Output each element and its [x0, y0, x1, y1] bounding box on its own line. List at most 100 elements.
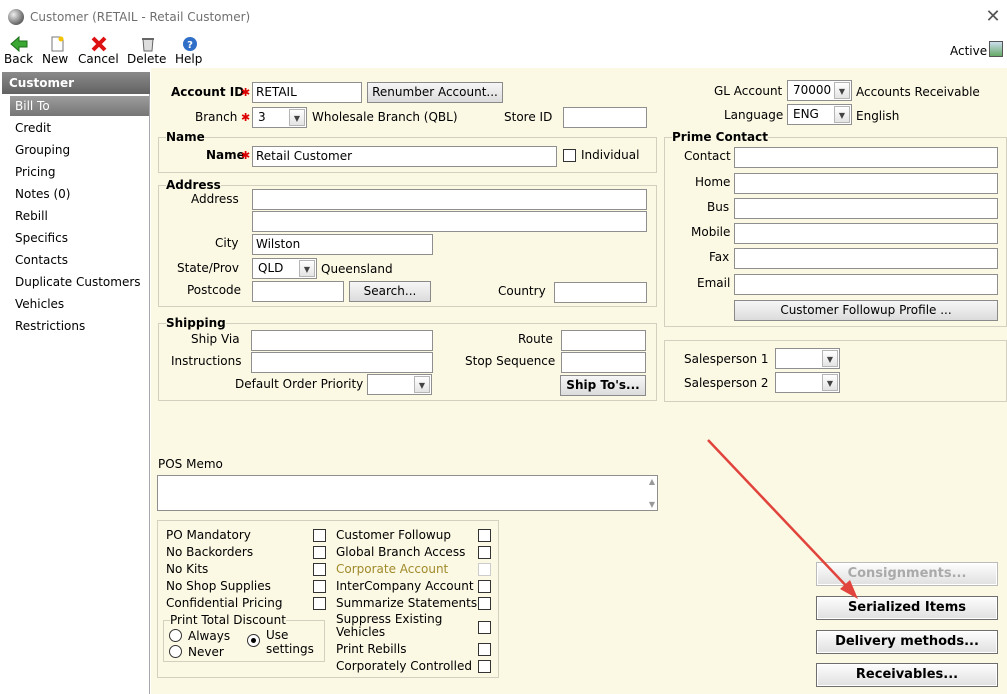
flag-label: No Backorders [166, 545, 254, 559]
back-button[interactable]: Back [4, 34, 34, 68]
back-arrow-icon [10, 36, 28, 52]
no-shop-supplies-checkbox[interactable] [313, 580, 326, 593]
sidebar-item-grouping[interactable]: Grouping [15, 141, 70, 159]
new-button[interactable]: New [42, 34, 72, 68]
chevron-down-icon[interactable]: ▼ [822, 350, 838, 367]
required-marker: ✱ [241, 111, 251, 124]
salesperson1-select[interactable]: ▼ [775, 348, 840, 369]
flag-label: Corporately Controlled [336, 659, 472, 673]
state-select[interactable]: QLD ▼ [252, 258, 317, 279]
flag-label: Suppress Existing Vehicles [336, 612, 443, 639]
cancel-button[interactable]: Cancel [78, 34, 120, 68]
branch-select[interactable]: 3 ▼ [252, 107, 307, 128]
confidential-pricing-checkbox[interactable] [313, 597, 326, 610]
individual-checkbox[interactable] [563, 149, 576, 162]
address-group-title: Address [166, 178, 221, 192]
flag-label: Print Rebills [336, 642, 407, 656]
po-mandatory-checkbox[interactable] [313, 529, 326, 542]
intercompany-account-checkbox[interactable] [478, 580, 491, 593]
print-discount-title: Print Total Discount [170, 613, 286, 627]
chevron-down-icon[interactable]: ▼ [289, 109, 305, 126]
renumber-account-button[interactable]: Renumber Account... [367, 82, 503, 103]
flag-label: InterCompany Account [336, 579, 474, 593]
sidebar-item-duplicate-customers[interactable]: Duplicate Customers [15, 273, 141, 291]
corporate-account-checkbox [478, 563, 491, 576]
postcode-input[interactable] [252, 281, 344, 302]
stop-sequence-input[interactable] [561, 352, 646, 373]
sidebar-item-pricing[interactable]: Pricing [15, 163, 55, 181]
no-kits-checkbox[interactable] [313, 563, 326, 576]
default-order-priority-select[interactable]: ▼ [367, 374, 432, 395]
never-radio[interactable] [169, 645, 182, 658]
sidebar-item-rebill[interactable]: Rebill [15, 207, 48, 225]
chevron-down-icon[interactable]: ▼ [834, 106, 850, 123]
bus-phone-input[interactable] [734, 198, 998, 219]
customer-followup-profile-button[interactable]: Customer Followup Profile ... [734, 300, 998, 321]
name-input[interactable]: Retail Customer [252, 146, 557, 167]
city-input[interactable]: Wilston [252, 234, 433, 255]
language-select[interactable]: ENG ▼ [787, 104, 852, 125]
contact-input[interactable] [734, 147, 998, 168]
individual-label: Individual [581, 148, 640, 162]
use-settings-radio[interactable] [247, 634, 260, 647]
chevron-down-icon[interactable]: ▼ [822, 374, 838, 391]
sidebar-item-vehicles[interactable]: Vehicles [15, 295, 64, 313]
instructions-input[interactable] [251, 352, 433, 373]
close-icon[interactable]: ✕ [984, 6, 1002, 27]
mobile-input[interactable] [734, 223, 998, 244]
flag-label: Corporate Account [336, 562, 449, 576]
bus-label: Bus [707, 200, 730, 214]
delivery-methods-button[interactable]: Delivery methods... [816, 630, 998, 654]
flag-label: Customer Followup [336, 528, 451, 542]
store-id-label: Store ID [504, 110, 553, 124]
sidebar-item-bill-to[interactable]: Bill To [15, 97, 50, 115]
salesperson1-label: Salesperson 1 [684, 352, 769, 366]
corporately-controlled-checkbox[interactable] [478, 660, 491, 673]
sidebar-item-credit[interactable]: Credit [15, 119, 51, 137]
print-rebills-checkbox[interactable] [478, 643, 491, 656]
ship-via-label: Ship Via [191, 332, 240, 346]
ship-via-input[interactable] [251, 330, 433, 351]
summarize-statements-checkbox[interactable] [478, 597, 491, 610]
postcode-search-button[interactable]: Search... [349, 281, 431, 302]
account-id-input[interactable]: RETAIL [252, 82, 362, 103]
help-button[interactable]: ? Help [175, 34, 205, 68]
chevron-down-icon[interactable]: ▼ [414, 376, 430, 393]
sidebar: Customer Bill To Credit Grouping Pricing… [0, 72, 150, 694]
language-value: ENG [793, 107, 819, 121]
sidebar-item-notes[interactable]: Notes (0) [15, 185, 70, 203]
sidebar-item-restrictions[interactable]: Restrictions [15, 317, 85, 335]
gl-account-select[interactable]: 70000 ▼ [787, 80, 852, 101]
mobile-label: Mobile [691, 225, 731, 239]
svg-text:?: ? [187, 40, 193, 51]
never-label: Never [188, 645, 224, 659]
no-backorders-checkbox[interactable] [313, 546, 326, 559]
fax-input[interactable] [734, 248, 998, 269]
suppress-existing-vehicles-checkbox[interactable] [478, 621, 491, 634]
pos-memo-textarea[interactable]: ▲ ▼ [157, 475, 658, 511]
delete-button[interactable]: Delete [127, 34, 169, 68]
ship-tos-button[interactable]: Ship To's... [560, 375, 646, 396]
salesperson2-select[interactable]: ▼ [775, 372, 840, 393]
sidebar-item-specifics[interactable]: Specifics [15, 229, 68, 247]
route-input[interactable] [561, 330, 646, 351]
email-input[interactable] [734, 274, 998, 295]
country-input[interactable] [554, 282, 647, 303]
chevron-down-icon[interactable]: ▼ [299, 260, 315, 277]
global-branch-access-checkbox[interactable] [478, 546, 491, 559]
gl-account-name: Accounts Receivable [856, 85, 980, 99]
home-phone-input[interactable] [734, 173, 998, 194]
scroll-up-icon[interactable]: ▲ [649, 477, 655, 486]
scroll-down-icon[interactable]: ▼ [649, 500, 655, 509]
window-title: Customer (RETAIL - Retail Customer) [30, 10, 251, 24]
city-label: City [215, 236, 239, 250]
sidebar-item-contacts[interactable]: Contacts [15, 251, 68, 269]
receivables-button[interactable]: Receivables... [816, 663, 998, 687]
address-line2-input[interactable] [252, 211, 647, 232]
always-radio[interactable] [169, 629, 182, 642]
salesperson2-label: Salesperson 2 [684, 376, 769, 390]
customer-followup-checkbox[interactable] [478, 529, 491, 542]
chevron-down-icon[interactable]: ▼ [834, 82, 850, 99]
address-line1-input[interactable] [252, 189, 647, 210]
store-id-input[interactable] [563, 107, 647, 128]
